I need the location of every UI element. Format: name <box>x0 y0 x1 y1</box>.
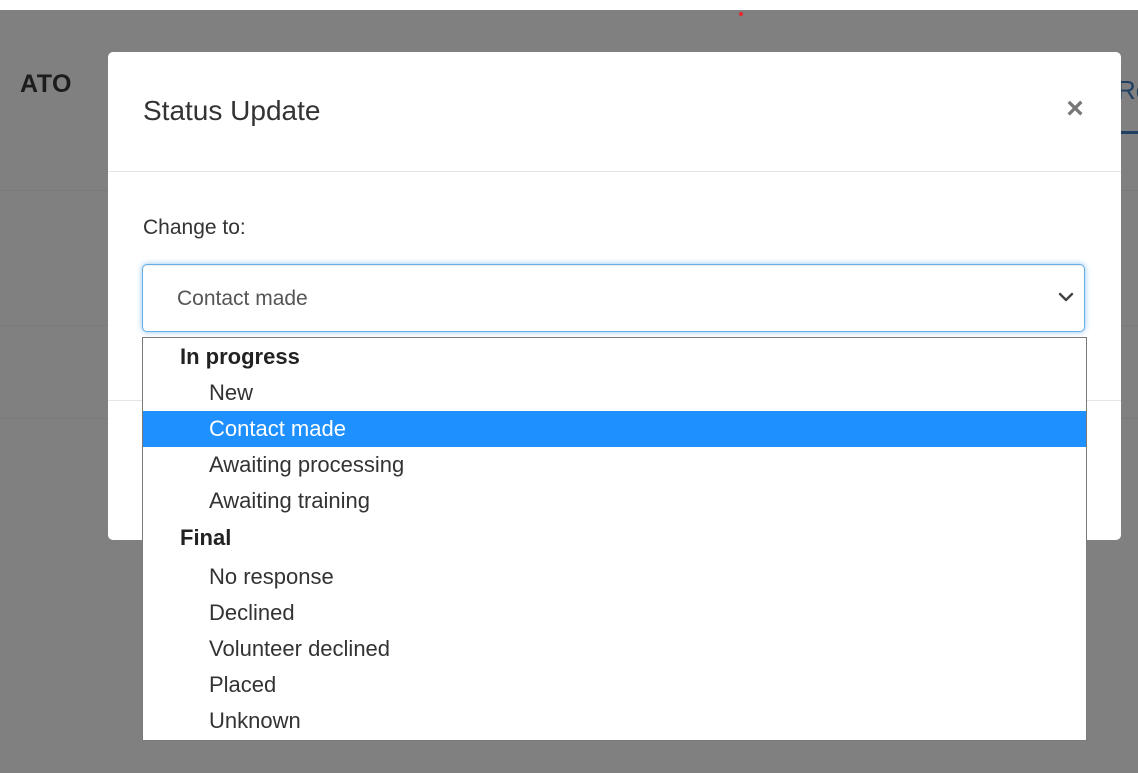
option-volunteer-declined[interactable]: Volunteer declined <box>143 631 1086 667</box>
background-divider <box>0 418 108 419</box>
option-awaiting-training[interactable]: Awaiting training <box>143 483 1086 519</box>
option-contact-made[interactable]: Contact made <box>143 411 1086 447</box>
option-new[interactable]: New <box>143 375 1086 411</box>
optgroup-final: Final <box>180 525 232 550</box>
notification-dot <box>739 12 743 16</box>
optgroup-in-progress: In progress <box>180 344 300 369</box>
change-to-label: Change to: <box>143 216 246 239</box>
option-placed[interactable]: Placed <box>143 667 1086 703</box>
modal-title: Status Update <box>143 95 321 126</box>
option-declined[interactable]: Declined <box>143 595 1086 631</box>
chevron-down-icon[interactable] <box>1058 291 1074 303</box>
option-unknown[interactable]: Unknown <box>143 703 1086 739</box>
background-divider <box>0 325 108 326</box>
close-button[interactable]: × <box>1058 92 1092 126</box>
background-divider <box>1121 325 1138 326</box>
page-top-strip <box>0 0 1138 10</box>
option-awaiting-processing[interactable]: Awaiting processing <box>143 447 1086 483</box>
background-divider <box>0 190 108 191</box>
background-brand-text: ATO <box>20 70 72 98</box>
status-select[interactable]: Contact made <box>142 264 1085 332</box>
background-divider <box>1121 418 1138 419</box>
status-select-value[interactable]: Contact made <box>177 287 308 311</box>
status-dropdown-list[interactable]: In progress New Contact made Awaiting pr… <box>142 337 1087 741</box>
modal-header: Status Update × <box>108 52 1121 172</box>
close-icon[interactable]: × <box>1066 92 1084 125</box>
background-divider <box>1121 190 1138 191</box>
option-no-response[interactable]: No response <box>143 559 1086 595</box>
